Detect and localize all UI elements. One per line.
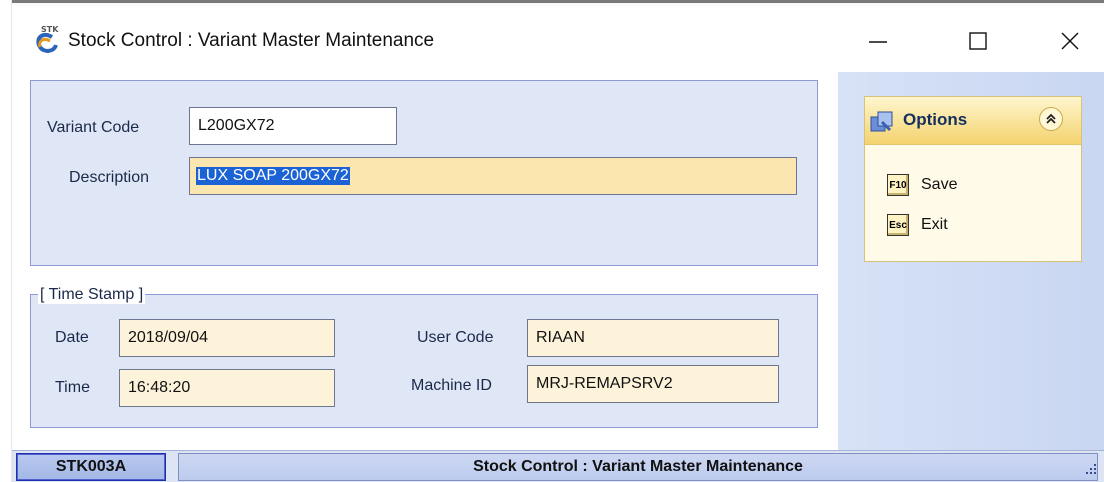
window-left-edge xyxy=(0,0,12,482)
options-icon xyxy=(870,111,893,132)
status-bar: STK003A Stock Control : Variant Master M… xyxy=(12,450,1104,482)
options-panel: Options F10 Save Esc Exit xyxy=(864,96,1082,262)
window-title: Stock Control : Variant Master Maintenan… xyxy=(68,30,435,51)
esc-key-icon: Esc xyxy=(887,214,909,236)
user-code-label: User Code xyxy=(417,329,494,346)
date-label: Date xyxy=(55,329,89,346)
close-button[interactable] xyxy=(1047,18,1093,64)
svg-text:STK: STK xyxy=(41,25,59,34)
exit-option-label: Exit xyxy=(921,216,948,233)
options-title: Options xyxy=(903,110,968,129)
window-top-edge xyxy=(0,0,1104,8)
save-option[interactable]: F10 Save xyxy=(887,171,957,199)
variant-code-label: Variant Code xyxy=(47,119,140,136)
date-field[interactable]: 2018/09/04 xyxy=(119,319,335,357)
time-field[interactable]: 16:48:20 xyxy=(119,369,335,407)
task-panel: Options F10 Save Esc Exit xyxy=(838,72,1104,450)
exit-option[interactable]: Esc Exit xyxy=(887,211,948,239)
close-icon xyxy=(1061,32,1079,50)
maximize-button[interactable] xyxy=(955,18,1001,64)
variant-details-group: Variant Code L200GX72 Description LUX SO… xyxy=(30,80,818,266)
f10-key-icon: F10 xyxy=(887,174,909,196)
screen-code-panel: STK003A xyxy=(16,453,166,481)
app-logo-icon: STK xyxy=(36,25,59,53)
screen-title-panel: Stock Control : Variant Master Maintenan… xyxy=(178,453,1098,481)
description-field[interactable]: LUX SOAP 200GX72 xyxy=(189,157,797,195)
minimize-button[interactable] xyxy=(855,18,901,64)
save-option-label: Save xyxy=(921,176,958,193)
double-chevron-up-icon xyxy=(1046,113,1056,124)
description-label: Description xyxy=(69,169,150,186)
machine-id-field[interactable]: MRJ-REMAPSRV2 xyxy=(527,365,779,403)
options-header[interactable]: Options xyxy=(865,97,1081,145)
title-bar[interactable]: STK Stock Control : Variant Master Maint… xyxy=(12,10,1104,72)
variant-code-field[interactable]: L200GX72 xyxy=(189,107,397,145)
timestamp-group: Date 2018/09/04 Time 16:48:20 User Code … xyxy=(30,294,818,428)
timestamp-legend: [ Time Stamp ] xyxy=(38,286,146,304)
user-code-field[interactable]: RIAAN xyxy=(527,319,779,357)
form-area: Variant Code L200GX72 Description LUX SO… xyxy=(12,72,838,450)
minimize-icon xyxy=(869,41,887,43)
description-value: LUX SOAP 200GX72 xyxy=(196,167,350,185)
time-label: Time xyxy=(55,379,90,396)
app-window: STK Stock Control : Variant Master Maint… xyxy=(0,0,1104,482)
machine-id-label: Machine ID xyxy=(411,377,492,394)
resize-grip-icon[interactable] xyxy=(1084,462,1098,476)
maximize-icon xyxy=(969,32,987,50)
collapse-button[interactable] xyxy=(1039,107,1063,131)
client-area: Variant Code L200GX72 Description LUX SO… xyxy=(12,72,1104,450)
